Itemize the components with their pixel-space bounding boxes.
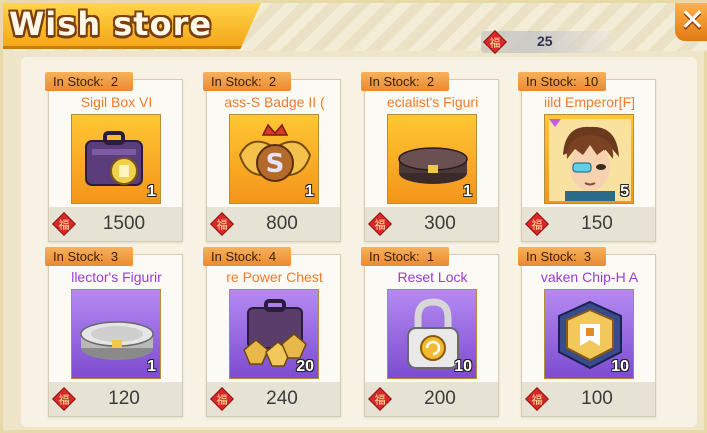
price-bar: 福 200 bbox=[365, 382, 498, 416]
item-quantity: 1 bbox=[305, 183, 314, 200]
fu-coin-icon: 福 bbox=[210, 212, 234, 236]
svg-text:福: 福 bbox=[490, 36, 501, 50]
item-quantity: 5 bbox=[620, 183, 629, 200]
stock-badge: In Stock: 3 bbox=[518, 247, 606, 266]
item-icon-tile: S 1 bbox=[229, 114, 319, 204]
item-price: 240 bbox=[266, 388, 298, 409]
item-icon-tile: 10 bbox=[387, 289, 477, 379]
stock-badge: In Stock: 2 bbox=[361, 72, 449, 91]
price-bar: 福 100 bbox=[522, 382, 655, 416]
shop-item-card[interactable]: In Stock: 2 Sigil Box VI 1 福 1500 bbox=[45, 72, 183, 242]
stock-badge: In Stock: 2 bbox=[203, 72, 291, 91]
item-icon-tile: 10 bbox=[544, 289, 634, 379]
price-bar: 福 800 bbox=[207, 207, 340, 241]
svg-text:福: 福 bbox=[217, 218, 228, 232]
store-window: Wish store ✕ 福 25 In Stock: 2 Sigil Box … bbox=[0, 0, 707, 433]
item-quantity: 1 bbox=[147, 358, 156, 375]
svg-text:S: S bbox=[266, 149, 285, 179]
shop-item-card[interactable]: In Stock: 4 re Power Chest 20 福 240 bbox=[203, 247, 341, 417]
fu-coin-icon: 福 bbox=[368, 387, 392, 411]
fu-coin-icon: 福 bbox=[52, 387, 76, 411]
fu-coin-icon: 福 bbox=[525, 387, 549, 411]
item-quantity: 10 bbox=[454, 358, 472, 375]
fu-coin-icon: 福 bbox=[525, 212, 549, 236]
currency-value: 25 bbox=[537, 33, 553, 49]
item-price: 200 bbox=[424, 388, 456, 409]
fu-coin-icon: 福 bbox=[210, 387, 234, 411]
stock-badge: In Stock: 10 bbox=[518, 72, 606, 91]
price-bar: 福 120 bbox=[49, 382, 182, 416]
stock-badge: In Stock: 3 bbox=[45, 247, 133, 266]
svg-text:福: 福 bbox=[375, 218, 386, 232]
close-button[interactable]: ✕ bbox=[675, 3, 707, 41]
fu-coin-icon: 福 bbox=[368, 212, 392, 236]
item-icon-tile: 1 bbox=[71, 114, 161, 204]
item-name: vaken Chip-H A bbox=[540, 269, 639, 285]
svg-text:福: 福 bbox=[59, 218, 70, 232]
item-name: Sigil Box VI bbox=[80, 94, 153, 110]
price-bar: 福 1500 bbox=[49, 207, 182, 241]
item-price: 120 bbox=[108, 388, 140, 409]
item-quantity: 1 bbox=[463, 183, 472, 200]
shop-item-card[interactable]: In Stock: 3 llector's Figurir 1 福 120 bbox=[45, 247, 183, 417]
item-icon-tile: 20 bbox=[229, 289, 319, 379]
currency-display: 福 25 bbox=[481, 30, 613, 54]
item-name: llector's Figurir bbox=[71, 269, 162, 285]
stock-badge: In Stock: 2 bbox=[45, 72, 133, 91]
item-quantity: 20 bbox=[296, 358, 314, 375]
item-name: re Power Chest bbox=[226, 269, 323, 285]
svg-text:福: 福 bbox=[532, 393, 543, 407]
item-name: iild Emperor[F] bbox=[543, 94, 636, 110]
item-price: 150 bbox=[581, 213, 613, 234]
svg-text:福: 福 bbox=[217, 393, 228, 407]
window-title: Wish store bbox=[9, 5, 213, 43]
item-quantity: 1 bbox=[147, 183, 156, 200]
item-price: 100 bbox=[581, 388, 613, 409]
item-price: 300 bbox=[424, 213, 456, 234]
shop-item-card[interactable]: In Stock: 10 iild Emperor[F] 5 福 150 bbox=[518, 72, 656, 242]
svg-text:福: 福 bbox=[59, 393, 70, 407]
svg-text:福: 福 bbox=[375, 393, 386, 407]
price-bar: 福 240 bbox=[207, 382, 340, 416]
shop-item-card[interactable]: In Stock: 1 Reset Lock 10 福 200 bbox=[361, 247, 499, 417]
item-icon-tile: 1 bbox=[387, 114, 477, 204]
item-icon-tile: 1 bbox=[71, 289, 161, 379]
item-price: 1500 bbox=[102, 213, 146, 234]
item-price: 800 bbox=[266, 213, 298, 234]
shop-item-card[interactable]: In Stock: 2 ass-S Badge II ( S 1 福 800 bbox=[203, 72, 341, 242]
fu-coin-icon: 福 bbox=[52, 212, 76, 236]
price-bar: 福 300 bbox=[365, 207, 498, 241]
fu-coin-icon: 福 bbox=[483, 30, 507, 54]
item-name: ecialist's Figuri bbox=[386, 94, 479, 110]
title-plate: Wish store bbox=[3, 3, 261, 49]
item-icon-tile: 5 bbox=[544, 114, 634, 204]
shop-item-card[interactable]: In Stock: 2 ecialist's Figuri 1 福 300 bbox=[361, 72, 499, 242]
price-bar: 福 150 bbox=[522, 207, 655, 241]
stock-badge: In Stock: 4 bbox=[203, 247, 291, 266]
shop-item-card[interactable]: In Stock: 3 vaken Chip-H A 10 福 100 bbox=[518, 247, 656, 417]
item-name: Reset Lock bbox=[397, 269, 468, 285]
item-name: ass-S Badge II ( bbox=[224, 94, 325, 110]
svg-text:福: 福 bbox=[532, 218, 543, 232]
stock-badge: In Stock: 1 bbox=[361, 247, 449, 266]
item-quantity: 10 bbox=[611, 358, 629, 375]
